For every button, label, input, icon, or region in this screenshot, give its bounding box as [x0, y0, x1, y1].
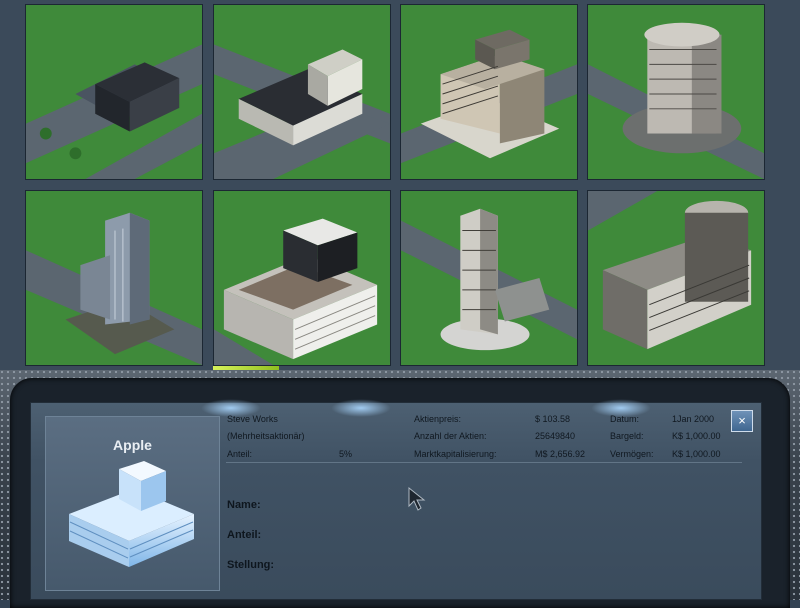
company-name: Apple	[113, 437, 152, 453]
share-label: Anteil:	[227, 449, 253, 459]
building-tile-3[interactable]	[400, 4, 578, 180]
date-label: Datum:	[610, 414, 640, 424]
market-cap-label: Marktkapitalisierung:	[414, 449, 497, 459]
date-value: 1Jan 2000	[672, 414, 715, 424]
building-tile-1[interactable]	[25, 4, 203, 180]
info-divider	[226, 462, 742, 463]
price-label: Aktienpreis:	[414, 414, 462, 424]
holder-name: Steve Works	[227, 414, 278, 424]
holder-role: (Mehrheitsaktionär)	[227, 431, 305, 441]
close-button[interactable]: ×	[731, 410, 753, 432]
building-tile-7[interactable]	[400, 190, 578, 366]
company-building-icon	[69, 461, 194, 567]
company-logo-box: Apple	[45, 416, 220, 591]
panel-light	[331, 399, 391, 417]
assets-label: Vermögen:	[610, 449, 654, 459]
market-cap-value: M$ 2,656.92	[535, 449, 586, 459]
detail-name-label: Name:	[227, 499, 261, 511]
detail-share-label: Anteil:	[227, 529, 262, 541]
assets-value: K$ 1,000.00	[672, 449, 721, 459]
price-value: $ 103.58	[535, 414, 571, 424]
shares-label: Anzahl der Aktien:	[414, 431, 487, 441]
cash-label: Bargeld:	[610, 431, 644, 441]
building-grid	[0, 0, 800, 372]
building-tile-6[interactable]	[213, 190, 391, 366]
cash-value: K$ 1,000.00	[672, 431, 721, 441]
share-value: 5%	[339, 449, 353, 459]
building-tile-2[interactable]	[213, 4, 391, 180]
shares-value: 25649840	[535, 431, 576, 441]
mouse-cursor-icon	[408, 486, 426, 511]
detail-position-label: Stellung:	[227, 559, 275, 571]
building-tile-5[interactable]	[25, 190, 203, 366]
building-tile-4[interactable]	[587, 4, 765, 180]
building-tile-8[interactable]	[587, 190, 765, 366]
